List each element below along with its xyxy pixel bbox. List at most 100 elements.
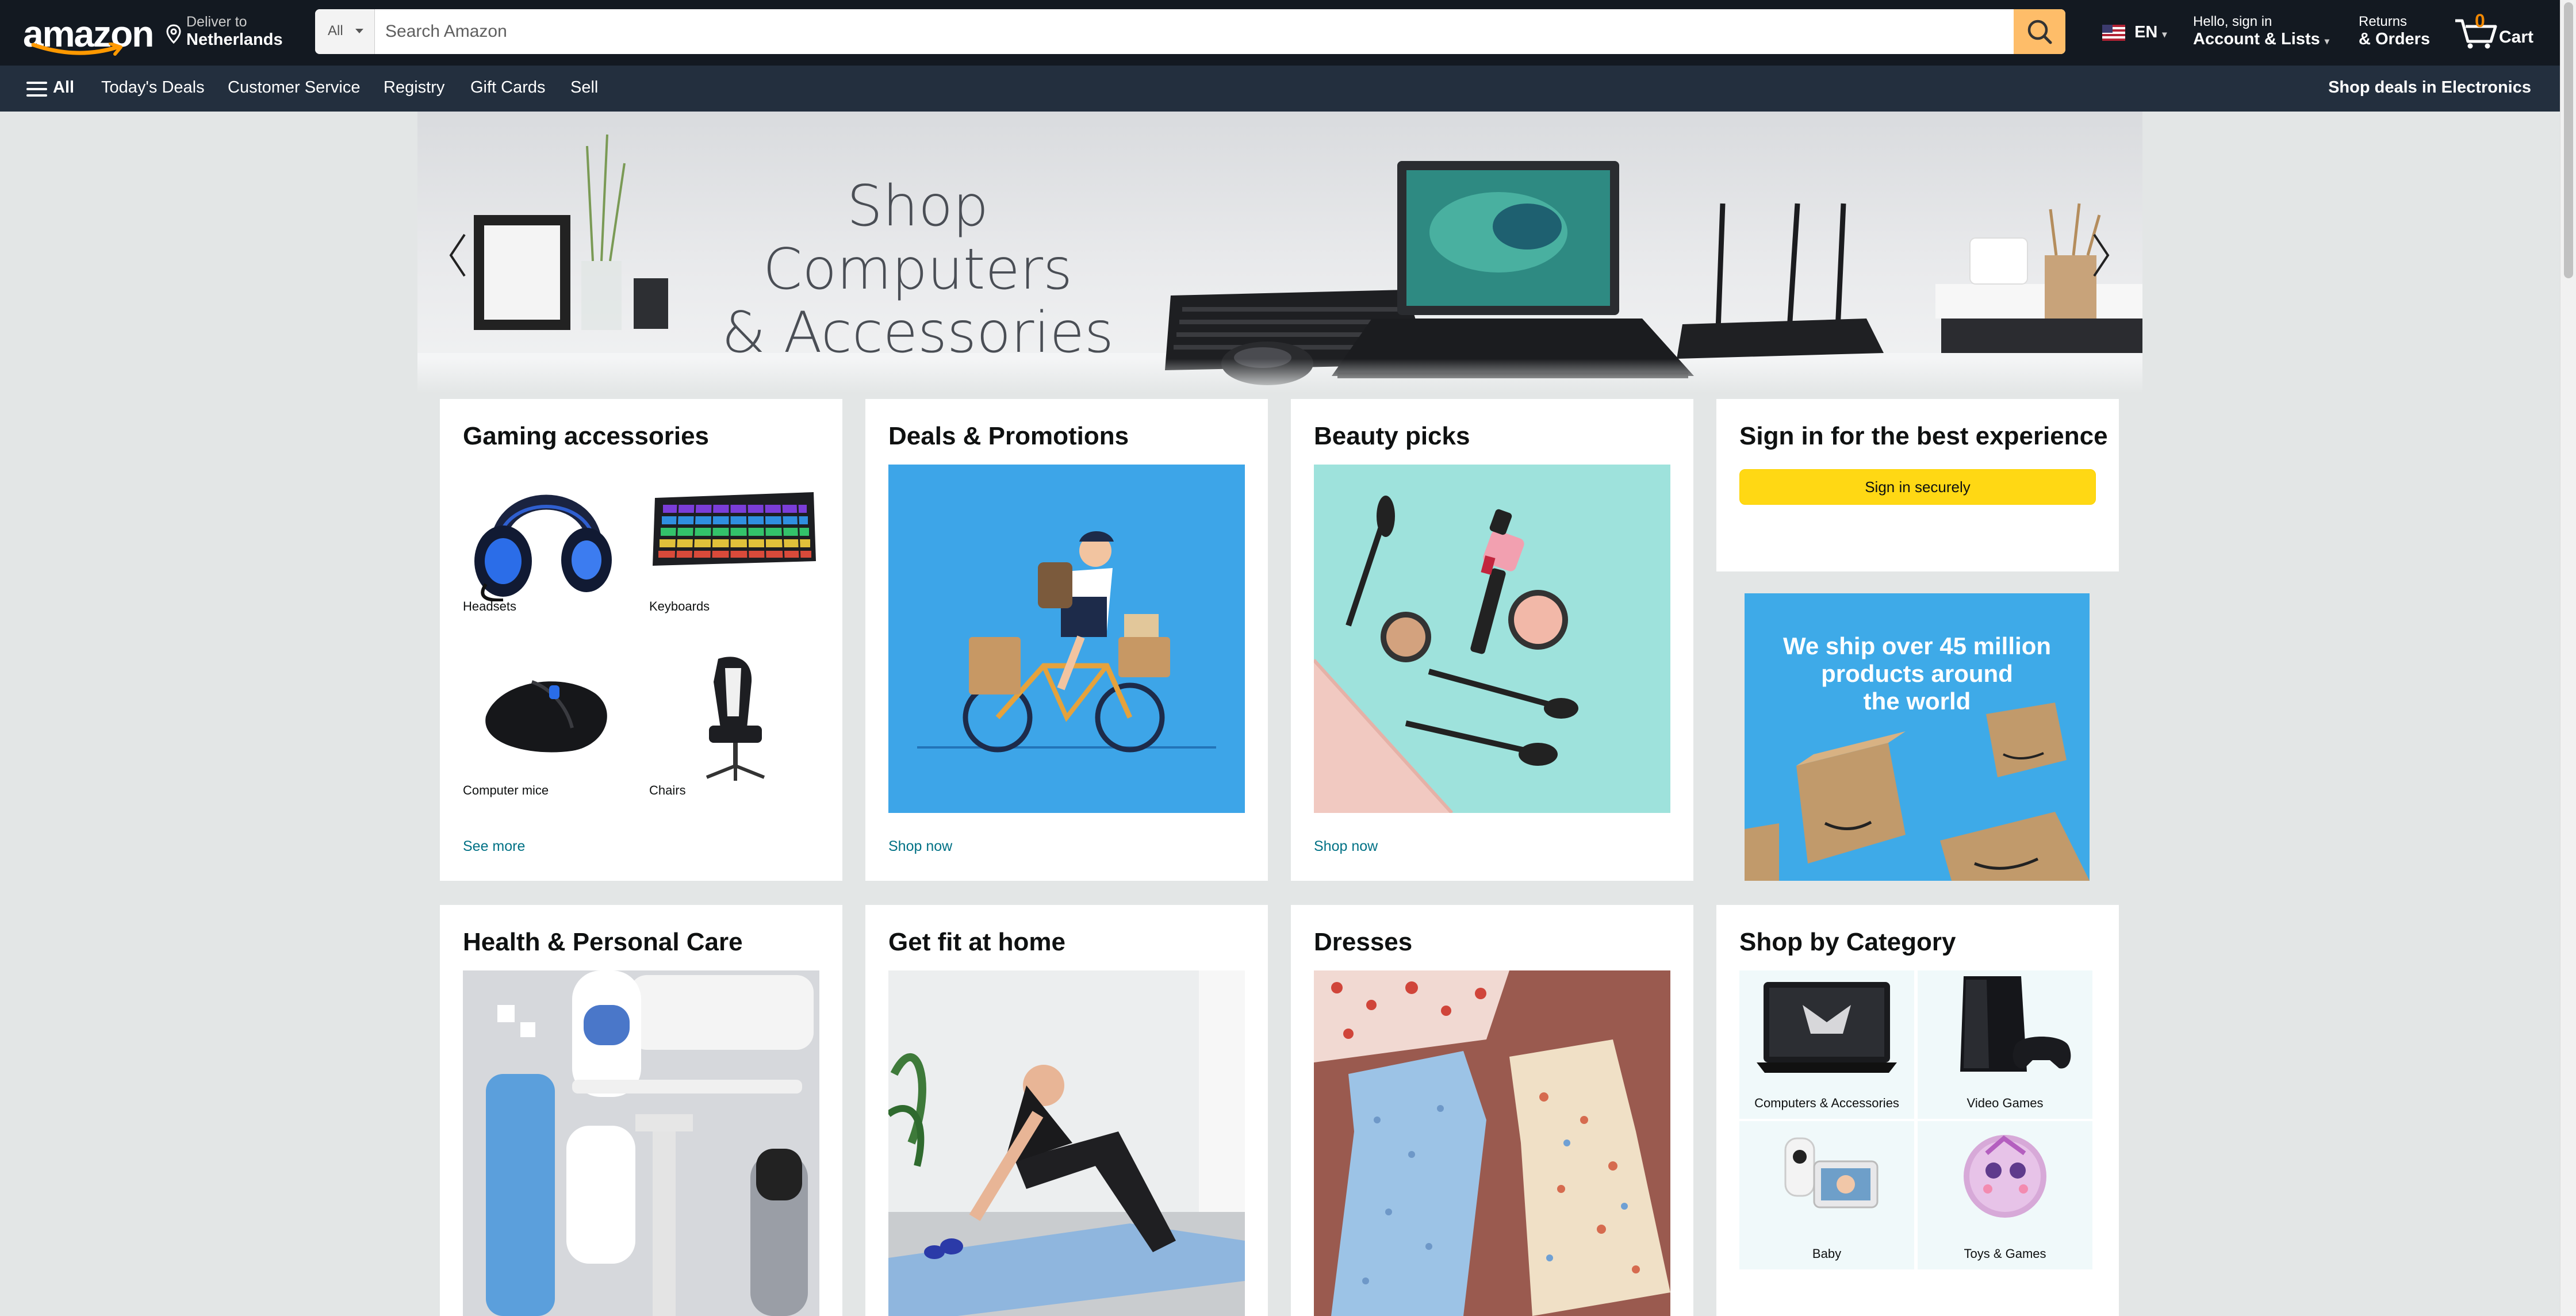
card-title: Health & Personal Care [463, 928, 743, 956]
location-pin-icon [166, 24, 181, 44]
link-shop-now[interactable]: Shop now [888, 838, 952, 855]
nav-link-sell[interactable]: Sell [570, 78, 598, 97]
nav-link-gift-cards[interactable]: Gift Cards [470, 78, 546, 97]
deliver-location: Netherlands [186, 30, 283, 49]
headset-image [474, 494, 612, 601]
language-code: EN [2134, 23, 2158, 41]
cart-count: 0 [2475, 10, 2485, 31]
card-title: Deals & Promotions [888, 422, 1129, 450]
chevron-down-icon: ▾ [2162, 30, 2167, 40]
dresses-image[interactable] [1314, 970, 1670, 1316]
account-label: Account & Lists [2193, 30, 2320, 48]
card-shop-by-category: Shop by Category Computers & Accessories… [1716, 905, 2119, 1316]
personal-care-illustration [486, 970, 814, 1316]
tile-label-computer-mice[interactable]: Computer mice [463, 783, 549, 798]
card-get-fit-at-home: Get fit at home [865, 905, 1268, 1316]
sign-in-button[interactable]: Sign in securely [1739, 469, 2096, 505]
deliver-to[interactable]: Deliver to Netherlands [163, 14, 283, 49]
card-health-personal-care: Health & Personal Care [440, 905, 842, 1316]
toy-ball-image [1964, 1135, 2046, 1218]
category-label: Toys & Games [1964, 1246, 2046, 1261]
beauty-image[interactable] [1314, 465, 1670, 813]
nav-link-todays-deals[interactable]: Today's Deals [101, 78, 205, 97]
cart-label: Cart [2499, 28, 2534, 47]
deliver-label: Deliver to [186, 14, 247, 30]
mouse-image [485, 680, 607, 753]
page-scrollbar[interactable] [2560, 0, 2576, 1316]
tile-label-keyboards[interactable]: Keyboards [649, 599, 710, 614]
all-menu-button[interactable]: All [26, 78, 74, 97]
card-gaming-accessories: Gaming accessories Headsets Keyboards Co… [440, 399, 842, 881]
link-see-more[interactable]: See more [463, 838, 525, 855]
returns-orders[interactable]: Returns & Orders [2359, 14, 2430, 49]
logo-smile-icon [31, 43, 122, 56]
hero-title-line1: Shop Computers [762, 174, 1073, 302]
category-video-games[interactable]: Video Games [1918, 970, 2092, 1119]
category-computers-accessories[interactable]: Computers & Accessories [1739, 970, 1914, 1119]
card-title: Gaming accessories [463, 422, 710, 450]
top-navbar: amazon Deliver to Netherlands All Search… [0, 0, 2560, 66]
hero-product-image [417, 134, 2142, 393]
cart-button[interactable]: 0 Cart [2453, 10, 2539, 51]
boxes-illustration [1745, 703, 2090, 881]
search-bar: All [315, 9, 2065, 54]
amazon-logo[interactable]: amazon [23, 13, 154, 56]
nav-link-registry[interactable]: Registry [384, 78, 444, 97]
category-label: Baby [1812, 1246, 1842, 1261]
baby-monitor-image [1784, 1137, 1879, 1208]
card-title: Get fit at home [888, 928, 1066, 956]
search-input[interactable] [375, 9, 2008, 54]
hero-carousel[interactable]: Shop Computers & Accessories [417, 112, 2142, 393]
flag-us-icon [2102, 25, 2125, 41]
dresses-illustration [1314, 970, 1670, 1316]
search-icon [2027, 20, 2052, 44]
chevron-right-icon[interactable] [2090, 232, 2113, 278]
card-dresses: Dresses [1291, 905, 1693, 1316]
hero-title-line2: & Accessories [722, 300, 1114, 366]
card-deals-promotions: Deals & Promotions Shop now [865, 399, 1268, 881]
nav-link-customer-service[interactable]: Customer Service [228, 78, 360, 97]
health-image[interactable] [463, 970, 819, 1316]
chevron-left-icon[interactable] [446, 232, 469, 278]
laptop-image [1757, 982, 1897, 1073]
console-image [1960, 976, 2071, 1072]
makeup-illustration [1314, 496, 1578, 813]
search-category-value: All [328, 23, 343, 39]
hero-title: Shop Computers & Accessories [716, 175, 1119, 365]
scrollbar-thumb[interactable] [2564, 2, 2573, 278]
tile-label-headsets[interactable]: Headsets [463, 599, 516, 614]
card-title: Sign in for the best experience [1739, 422, 2108, 450]
link-shop-now[interactable]: Shop now [1314, 838, 1378, 855]
card-title: Beauty picks [1314, 422, 1470, 450]
card-sign-in: Sign in for the best experience Sign in … [1716, 399, 2119, 571]
cyclist-illustration [917, 531, 1216, 753]
account-menu[interactable]: Hello, sign in Account & Lists ▾ [2193, 14, 2329, 49]
fitness-image[interactable] [888, 970, 1245, 1316]
nav-promo-electronics[interactable]: Shop deals in Electronics [2328, 78, 2531, 97]
tile-headsets[interactable] [463, 463, 630, 601]
tile-chairs[interactable] [649, 647, 819, 785]
tile-keyboards[interactable] [649, 463, 819, 601]
language-selector[interactable]: EN ▾ [2102, 23, 2167, 42]
search-button[interactable] [2014, 9, 2065, 54]
tile-label-chairs[interactable]: Chairs [649, 783, 686, 798]
search-category-select[interactable]: All [315, 9, 375, 54]
category-label: Video Games [1966, 1096, 2044, 1110]
returns-line1: Returns [2359, 14, 2408, 29]
category-label: Computers & Accessories [1754, 1096, 1899, 1110]
chevron-down-icon: ▾ [2324, 37, 2329, 47]
yoga-illustration [888, 970, 1245, 1316]
international-shipping-ad[interactable]: We ship over 45 million products around … [1745, 593, 2090, 881]
deals-image[interactable] [888, 465, 1245, 813]
tile-computer-mice[interactable] [463, 647, 630, 785]
hero-bottom-fade [417, 359, 2142, 393]
sub-navbar: All Today's Deals Customer Service Regis… [0, 66, 2560, 112]
all-menu-label: All [53, 78, 75, 97]
card-title: Dresses [1314, 928, 1413, 956]
hamburger-menu-icon [26, 82, 47, 98]
account-greeting: Hello, sign in [2193, 14, 2272, 29]
category-baby[interactable]: Baby [1739, 1121, 1914, 1269]
category-toys-games[interactable]: Toys & Games [1918, 1121, 2092, 1269]
keyboard-image [653, 492, 816, 566]
card-beauty-picks: Beauty picks Shop now [1291, 399, 1693, 881]
